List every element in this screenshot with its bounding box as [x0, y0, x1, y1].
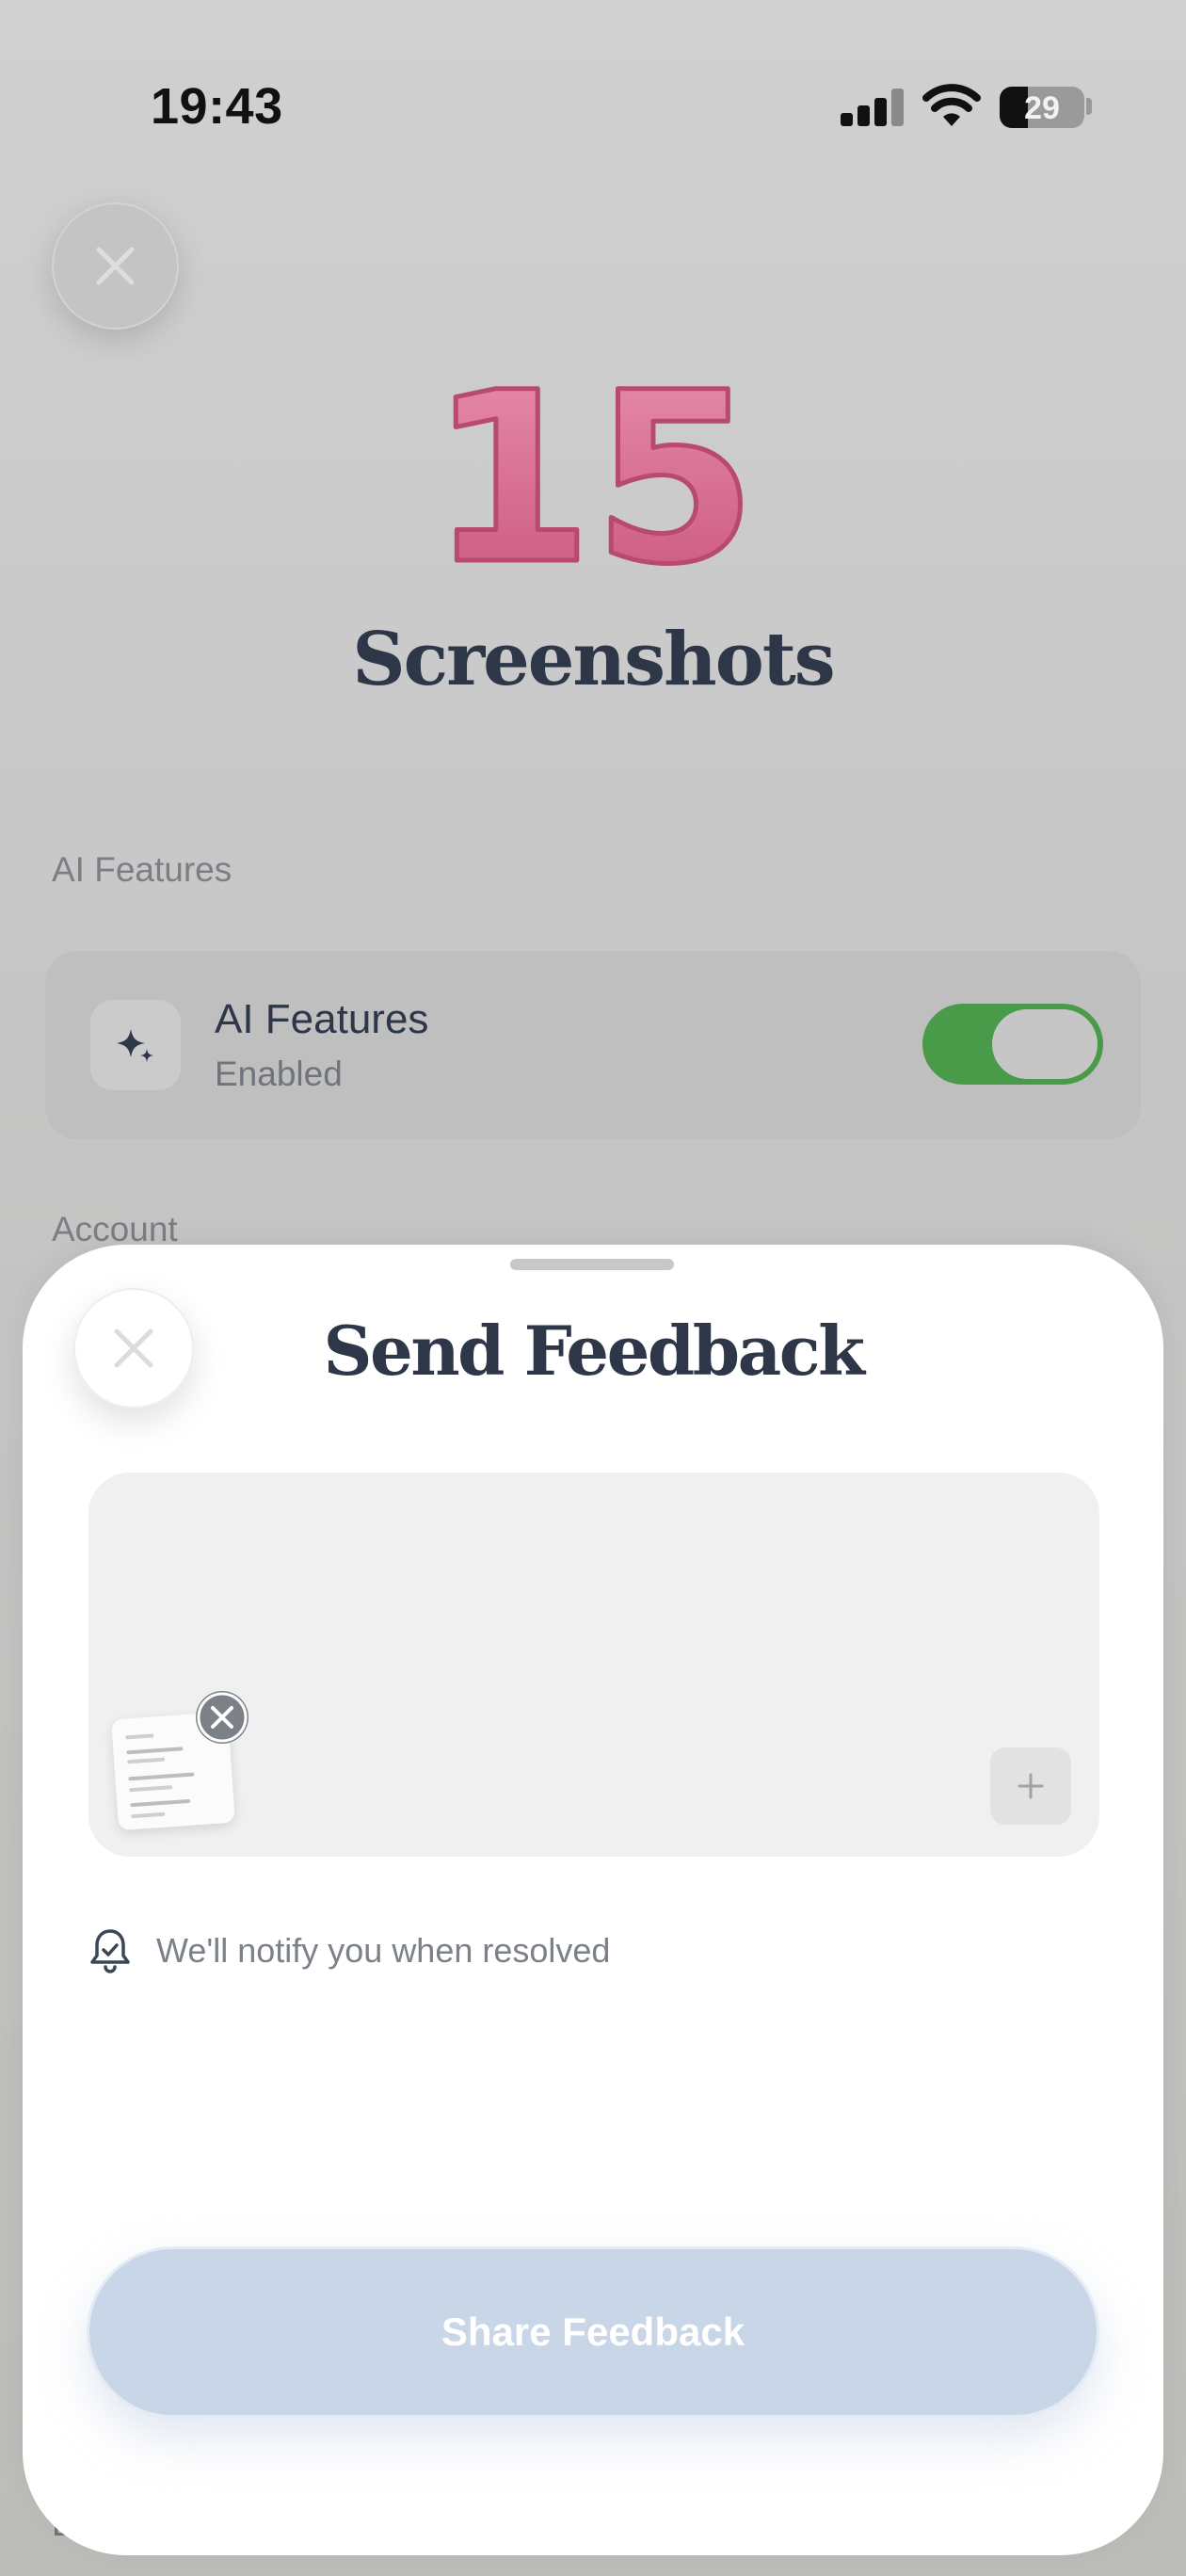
- sheet-grabber[interactable]: [510, 1259, 674, 1270]
- app-title: Screenshots: [352, 617, 835, 702]
- ai-section-label: AI Features: [52, 850, 232, 889]
- cellular-signal-icon: [841, 87, 905, 126]
- status-bar: 19:43 29: [0, 0, 1186, 151]
- ai-features-title: AI Features: [215, 996, 429, 1042]
- status-time: 19:43: [151, 78, 283, 135]
- hero-15-badge-icon: 15: [427, 358, 760, 603]
- feedback-box: [88, 1473, 1099, 1857]
- sparkles-icon: [90, 1000, 181, 1090]
- share-feedback-button[interactable]: Share Feedback: [87, 2246, 1099, 2418]
- ai-features-row[interactable]: AI Features Enabled: [45, 951, 1141, 1139]
- bell-icon: [90, 1929, 130, 1973]
- battery-level: 29: [1024, 90, 1060, 126]
- account-section-label: Account: [52, 1210, 178, 1248]
- close-icon: [96, 247, 135, 285]
- wifi-icon: [922, 84, 981, 126]
- add-attachment-button[interactable]: [990, 1747, 1071, 1825]
- ai-features-toggle[interactable]: [922, 1004, 1103, 1085]
- battery-tip: [1086, 98, 1092, 115]
- plus-icon: [1018, 1773, 1044, 1799]
- ai-features-status: Enabled: [215, 1055, 343, 1093]
- hero-badge-text: 15: [429, 358, 757, 603]
- notify-text: We'll notify you when resolved: [156, 1931, 611, 1970]
- sheet-title: Send Feedback: [323, 1311, 865, 1391]
- toggle-knob: [992, 1009, 1098, 1079]
- feedback-sheet: Send Feedback We'll notify you when reso…: [23, 1245, 1163, 2555]
- feedback-input[interactable]: [126, 1501, 1058, 1689]
- notify-row: We'll notify you when resolved: [88, 1921, 610, 1981]
- battery-icon: 29: [1000, 87, 1084, 128]
- settings-close-button[interactable]: [52, 202, 179, 330]
- remove-attachment-button[interactable]: [196, 1691, 248, 1744]
- close-circle-icon: [197, 1692, 248, 1743]
